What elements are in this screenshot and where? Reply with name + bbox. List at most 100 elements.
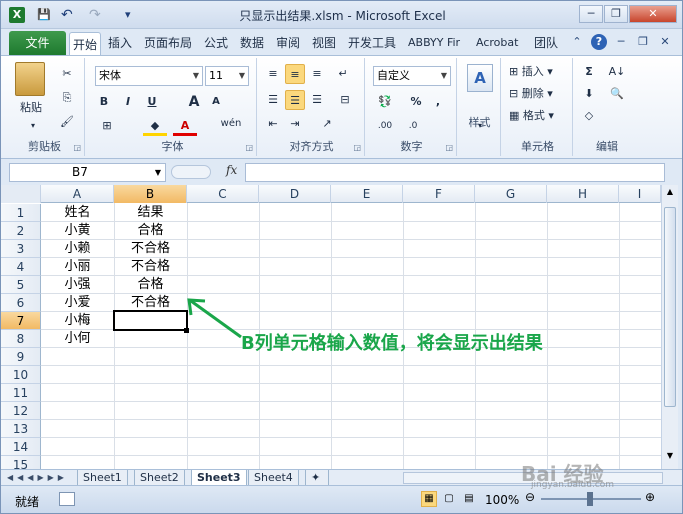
tab-data[interactable]: 数据 [237, 31, 267, 55]
orientation-icon[interactable]: ↗ [315, 114, 339, 134]
align-middle-icon[interactable]: ≡ [285, 64, 305, 84]
styles-dropdown-icon[interactable]: ▾ [473, 116, 487, 136]
bold-button[interactable]: B [95, 92, 113, 112]
cell-a6[interactable]: 小爱 [41, 294, 114, 312]
align-top-icon[interactable]: ≡ [263, 64, 283, 84]
column-header-h[interactable]: H [547, 185, 619, 203]
underline-button[interactable]: U [143, 92, 161, 112]
tab-page-layout[interactable]: 页面布局 [141, 31, 195, 55]
row-header[interactable]: 10 [1, 366, 41, 384]
column-header-c[interactable]: C [187, 185, 259, 203]
wrap-text-icon[interactable]: ↵ [333, 64, 353, 84]
find-select-icon[interactable]: 🔍 [605, 84, 629, 104]
help-icon[interactable]: ? [591, 34, 607, 50]
autosum-button[interactable]: Σ [579, 62, 599, 82]
zoom-in-icon[interactable]: ⊕ [645, 490, 655, 504]
tab-acrobat[interactable]: Acrobat [473, 31, 521, 55]
vertical-scrollbar[interactable]: ▲ ▼ [661, 185, 678, 469]
sheet-nav-icon[interactable]: ◀◀◀▶▶▶ [7, 470, 68, 485]
cell-a5[interactable]: 小强 [41, 276, 114, 294]
percent-button[interactable]: % [407, 92, 425, 112]
align-center-icon[interactable]: ☰ [285, 90, 305, 110]
page-break-icon[interactable]: ▤ [461, 491, 477, 507]
row-header[interactable]: 7 [1, 312, 41, 330]
column-header-g[interactable]: G [475, 185, 547, 203]
row-header[interactable]: 9 [1, 348, 41, 366]
worksheet-grid[interactable]: A B C D E F G H I 1 2 3 4 5 6 7 8 9 10 1… [1, 185, 661, 469]
macro-record-icon[interactable] [59, 492, 75, 506]
format-cells-button[interactable]: ▦ 格式 ▾ [509, 106, 567, 126]
row-header[interactable]: 14 [1, 438, 41, 456]
column-header-i[interactable]: I [619, 185, 661, 203]
column-header-b[interactable]: B [114, 185, 187, 203]
active-cell-border[interactable] [113, 310, 188, 331]
cell-a7[interactable]: 小梅 [41, 312, 114, 330]
tab-abbyy[interactable]: ABBYY Fir [405, 31, 463, 55]
row-header[interactable]: 3 [1, 240, 41, 258]
doc-close-icon[interactable]: ✕ [657, 34, 673, 50]
tab-file[interactable]: 文件 [9, 31, 66, 55]
insert-cells-button[interactable]: ⊞ 插入 ▾ [509, 62, 567, 82]
row-header[interactable]: 1 [1, 204, 41, 222]
scroll-down-icon[interactable]: ▼ [664, 451, 676, 465]
font-name-select[interactable]: 宋体 ▼ [95, 66, 203, 86]
sort-filter-icon[interactable]: A↓ [605, 62, 629, 82]
font-launcher-icon[interactable]: ◲ [245, 143, 253, 152]
sheet-tab-2[interactable]: Sheet2 [134, 470, 185, 486]
paste-button[interactable]: 粘贴 [11, 98, 51, 118]
tab-formulas[interactable]: 公式 [201, 31, 231, 55]
font-color-icon[interactable]: A [173, 116, 197, 136]
zoom-out-icon[interactable]: ⊖ [525, 490, 535, 504]
copy-icon[interactable]: ⎘ [57, 88, 77, 108]
cell-b4[interactable]: 不合格 [114, 258, 187, 276]
align-left-icon[interactable]: ☰ [263, 90, 283, 110]
phonetic-button[interactable]: wén [217, 114, 245, 134]
restore-button[interactable]: ❐ [604, 5, 628, 23]
row-header[interactable]: 8 [1, 330, 41, 348]
page-layout-icon[interactable]: ▢ [441, 491, 457, 507]
row-header[interactable]: 5 [1, 276, 41, 294]
row-header[interactable]: 13 [1, 420, 41, 438]
column-header-a[interactable]: A [41, 185, 114, 203]
cell-a8[interactable]: 小何 [41, 330, 114, 348]
font-size-select[interactable]: 11 ▼ [205, 66, 249, 86]
clipboard-launcher-icon[interactable]: ◲ [73, 143, 81, 152]
row-header[interactable]: 11 [1, 384, 41, 402]
formula-splitter-icon[interactable] [171, 165, 211, 179]
minimize-button[interactable]: ─ [579, 5, 603, 23]
cell-b5[interactable]: 合格 [114, 276, 187, 294]
zoom-level[interactable]: 100% [485, 493, 519, 507]
grow-font-button[interactable]: A [185, 92, 203, 112]
delete-cells-button[interactable]: ⊟ 删除 ▾ [509, 84, 567, 104]
cell-a4[interactable]: 小丽 [41, 258, 114, 276]
doc-minimize-icon[interactable]: ─ [613, 34, 629, 50]
comma-button[interactable]: , [429, 92, 447, 112]
paste-dropdown-icon[interactable]: ▾ [23, 116, 43, 136]
format-painter-icon[interactable]: 🖌 [57, 112, 77, 132]
border-icon[interactable]: ⊞ [95, 116, 119, 136]
row-header[interactable]: 4 [1, 258, 41, 276]
row-header[interactable]: 6 [1, 294, 41, 312]
align-bottom-icon[interactable]: ≡ [307, 64, 327, 84]
sheet-tab-1[interactable]: Sheet1 [77, 470, 128, 486]
new-sheet-icon[interactable]: ✦ [305, 470, 329, 486]
insert-function-icon[interactable]: fx [226, 163, 237, 177]
tab-developer[interactable]: 开发工具 [345, 31, 399, 55]
minimize-ribbon-icon[interactable]: ⌃ [569, 34, 585, 50]
cell-a3[interactable]: 小赖 [41, 240, 114, 258]
normal-view-icon[interactable]: ▦ [421, 491, 437, 507]
column-header-e[interactable]: E [331, 185, 403, 203]
cell-a1[interactable]: 姓名 [41, 204, 114, 222]
merge-center-icon[interactable]: ⊟ [333, 90, 357, 110]
tab-home[interactable]: 开始 [69, 32, 102, 56]
number-format-select[interactable]: 自定义 ▼ [373, 66, 451, 86]
scrollbar-thumb[interactable] [664, 207, 676, 407]
fill-icon[interactable]: ⬇ [579, 84, 599, 104]
tab-team[interactable]: 团队 [531, 31, 561, 55]
align-right-icon[interactable]: ☰ [307, 90, 327, 110]
column-header-d[interactable]: D [259, 185, 331, 203]
scroll-up-icon[interactable]: ▲ [664, 187, 676, 201]
column-header-f[interactable]: F [403, 185, 475, 203]
cell-a2[interactable]: 小黄 [41, 222, 114, 240]
formula-input[interactable] [245, 163, 665, 182]
